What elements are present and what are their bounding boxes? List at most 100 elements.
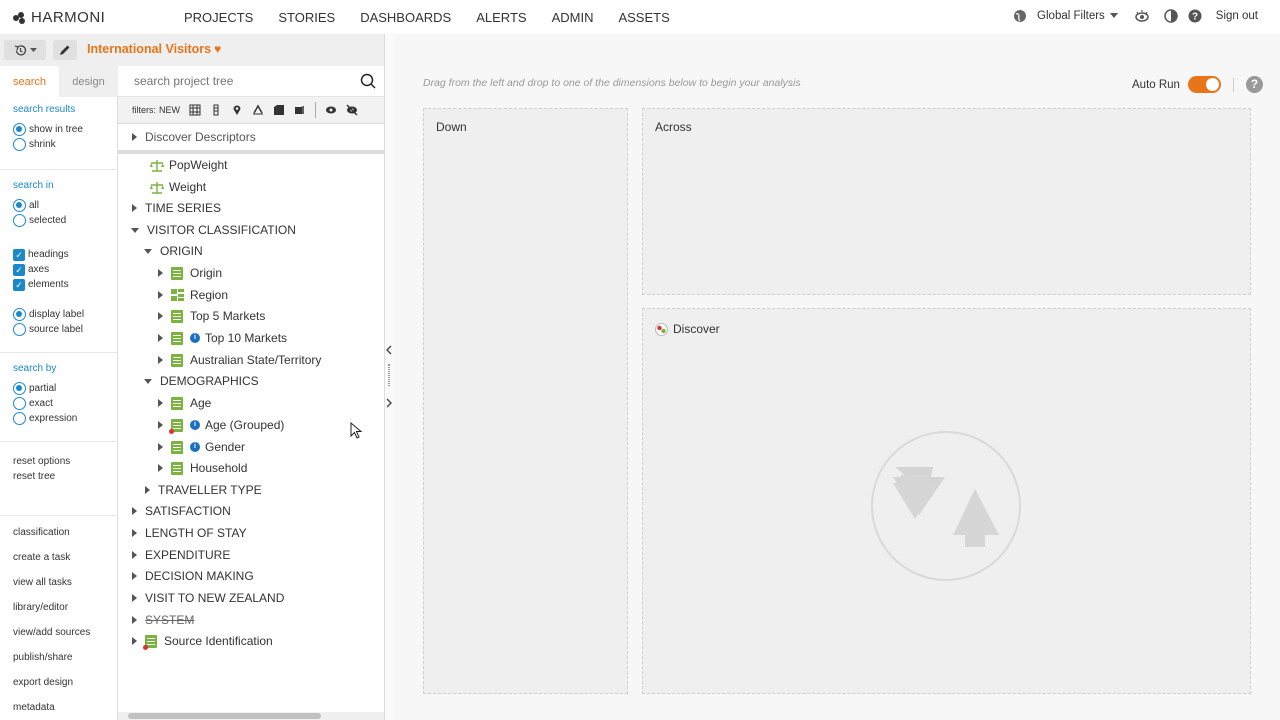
tree-node-top-5-markets[interactable]: Top 5 Markets [158,307,265,325]
project-title[interactable]: International Visitors ♥ [87,42,221,56]
tree-node-household[interactable]: Household [158,459,247,477]
expand-icon[interactable] [158,356,163,364]
expand-icon[interactable] [158,269,163,277]
eye-icon[interactable] [325,104,337,116]
tree-node-length-of-stay[interactable]: LENGTH OF STAY [132,524,247,542]
history-button[interactable] [4,40,46,60]
radio-source-label[interactable]: source label [13,322,84,337]
expand-icon[interactable] [132,572,137,580]
map-pin-icon[interactable] [231,104,243,116]
chevron-down-icon[interactable] [1109,13,1118,19]
info-icon[interactable]: i [190,420,200,430]
tree-node-system[interactable]: SYSTEM [132,611,194,629]
tree-node-age-grouped[interactable]: i Age (Grouped) [158,416,284,434]
contrast-icon[interactable] [1164,9,1178,23]
expand-icon[interactable] [132,637,137,645]
metadata-link[interactable]: metadata [13,702,55,713]
discover-dropzone[interactable]: Discover [642,308,1251,694]
radio-partial[interactable]: partial [13,381,77,396]
drag-handle[interactable] [388,364,390,386]
create-task-link[interactable]: create a task [13,552,70,563]
expand-icon[interactable] [132,133,137,141]
publish-share-link[interactable]: publish/share [13,652,72,663]
nav-alerts[interactable]: ALERTS [476,10,526,25]
collapse-icon[interactable] [144,248,152,254]
radio-show-in-tree[interactable]: show in tree [13,122,83,137]
panel-splitter[interactable] [384,34,394,720]
tree-node-origin[interactable]: Origin [158,264,222,282]
hierarchy-icon[interactable] [252,104,264,116]
collapse-icon[interactable] [144,378,152,384]
reset-tree-link[interactable]: reset tree [13,471,55,482]
across-dropzone[interactable]: Across [642,108,1251,295]
tree-node-traveller-type[interactable]: TRAVELLER TYPE [145,481,262,499]
expand-icon[interactable] [132,204,137,212]
check-elements[interactable]: ✓ elements [13,277,69,292]
expand-icon[interactable] [158,334,163,342]
tree-node-expenditure[interactable]: EXPENDITURE [132,546,230,564]
expand-icon[interactable] [158,291,163,299]
help-icon[interactable]: ? [1245,76,1263,93]
library-editor-link[interactable]: library/editor [13,602,68,613]
info-icon[interactable]: i [190,442,200,452]
scrollbar-thumb[interactable] [128,713,321,719]
expand-icon[interactable] [132,529,137,537]
filter-new[interactable]: NEW [159,105,180,115]
tree-node-visitor-classification[interactable]: VISITOR CLASSIFICATION [131,221,296,239]
heart-icon[interactable]: ♥ [214,42,221,56]
tree-node-visit-nz[interactable]: VISIT TO NEW ZEALAND [132,589,284,607]
radio-all[interactable]: all [13,198,66,213]
tree-node-australian-state[interactable]: Australian State/Territory [158,351,321,369]
radio-shrink[interactable]: shrink [13,137,83,152]
expand-icon[interactable] [158,421,163,429]
nav-dashboards[interactable]: DASHBOARDS [360,10,451,25]
expand-icon[interactable] [132,616,137,624]
export-design-link[interactable]: export design [13,677,73,688]
expand-icon[interactable] [132,507,137,515]
radio-selected[interactable]: selected [13,213,66,228]
expand-icon[interactable] [145,486,150,494]
collapse-left-icon[interactable] [385,345,393,355]
expand-icon[interactable] [158,312,163,320]
info-icon[interactable]: i [190,333,200,343]
grid-filter-icon[interactable] [189,104,201,116]
tab-search[interactable]: search [0,66,59,97]
tree-node-time-series[interactable]: TIME SERIES [132,199,221,217]
tree-node-gender[interactable]: i Gender [158,438,245,456]
horizontal-scrollbar[interactable] [118,712,384,720]
tree-node-region[interactable]: Region [158,286,228,304]
tree-node-satisfaction[interactable]: SATISFACTION [132,502,231,520]
harmoni-logo[interactable]: HARMONI [13,9,105,26]
classification-link[interactable]: classification [13,527,70,538]
nav-assets[interactable]: ASSETS [618,10,669,25]
help-icon[interactable]: ? [1188,9,1202,23]
expand-right-icon[interactable] [385,398,393,408]
column-filter-icon[interactable] [210,104,222,116]
nav-projects[interactable]: PROJECTS [184,10,253,25]
expand-icon[interactable] [132,551,137,559]
tree-node-age[interactable]: Age [158,394,211,412]
down-dropzone[interactable]: Down [423,108,628,694]
reset-options-link[interactable]: reset options [13,456,70,467]
tree-node-weight[interactable]: Weight [150,178,206,196]
visibility-icon[interactable] [1134,9,1150,23]
view-all-tasks-link[interactable]: view all tasks [13,577,72,588]
tree-node-discover-descriptors[interactable]: Discover Descriptors [132,128,256,146]
derived-icon[interactable] [294,104,306,116]
radio-exact[interactable]: exact [13,396,77,411]
tree-node-popweight[interactable]: PopWeight [150,156,227,174]
global-filters-button[interactable]: Global Filters [1037,10,1105,22]
tree-node-source-identification[interactable]: Source Identification [132,632,273,650]
tree-node-origin-group[interactable]: ORIGIN [144,242,203,260]
expand-icon[interactable] [158,443,163,451]
tree-search-input[interactable] [134,74,354,88]
tree-node-decision-making[interactable]: DECISION MAKING [132,567,254,585]
radio-expression[interactable]: expression [13,411,77,426]
folder-icon[interactable] [273,104,285,116]
nav-stories[interactable]: STORIES [278,10,335,25]
collapse-icon[interactable] [131,227,139,233]
expand-icon[interactable] [158,464,163,472]
expand-icon[interactable] [158,399,163,407]
check-headings[interactable]: ✓ headings [13,247,69,262]
sign-out-link[interactable]: Sign out [1216,10,1258,22]
